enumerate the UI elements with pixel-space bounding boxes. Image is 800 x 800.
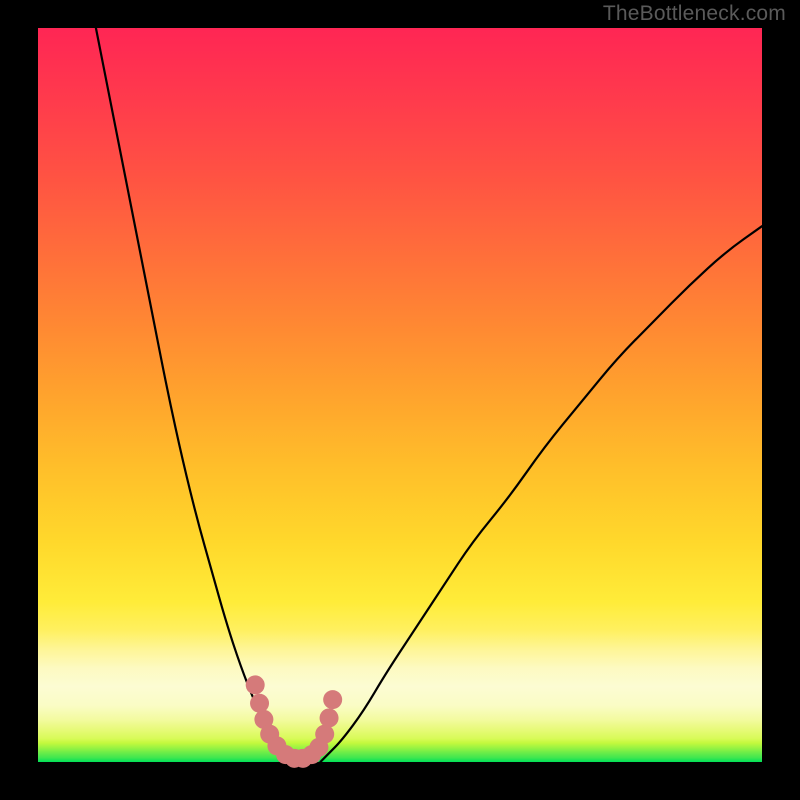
highlight-dot: [315, 725, 334, 744]
highlight-dot: [323, 690, 342, 709]
bottleneck-chart: [0, 0, 800, 800]
highlight-dot: [250, 694, 269, 713]
figure-root: TheBottleneck.com: [0, 0, 800, 800]
highlight-dot: [246, 675, 265, 694]
watermark-text: TheBottleneck.com: [603, 2, 786, 26]
highlight-dot: [320, 708, 339, 727]
